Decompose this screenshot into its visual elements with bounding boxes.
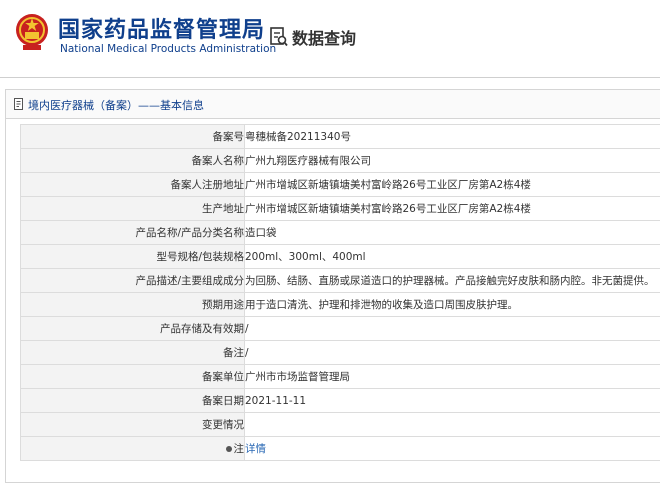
data-query-link[interactable]: 数据查询 [270,25,356,49]
row-value: 广州九翔医疗器械有限公司 [244,148,660,173]
row-value [244,412,660,437]
row-value: / [244,316,660,341]
site-title[interactable]: 国家药品监督管理局 [58,12,265,44]
search-document-icon [270,27,288,47]
row-label: 备案号 [20,124,245,149]
site-subtitle: National Medical Products Administration [60,43,277,55]
pin-icon [225,446,232,452]
row-label: 型号规格/包装规格 [20,244,245,269]
row-value: 为回肠、结肠、直肠或尿道造口的护理器械。产品接触完好皮肤和肠内腔。非无菌提供。 [244,268,660,293]
table-row: 预期用途 用于造口清洗、护理和排泄物的收集及造口周围皮肤护理。 [20,292,660,317]
row-label: 生产地址 [20,196,245,221]
row-value: / [244,340,660,365]
table-row: 产品存储及有效期 / [20,316,660,341]
table-row: 备案号 粤穗械备20211340号 [20,124,660,149]
site-header: 国家药品监督管理局 National Medical Products Admi… [0,0,660,76]
table-row: 产品描述/主要组成成分 为回肠、结肠、直肠或尿道造口的护理器械。产品接触完好皮肤和… [20,268,660,293]
row-value: 2021-11-11 [244,388,660,413]
row-label: 备案人注册地址 [20,172,245,197]
table-row-note: 注 详情 [20,436,660,461]
row-label: 备案单位 [20,364,245,389]
row-label: 变更情况 [20,412,245,437]
row-value: 用于造口清洗、护理和排泄物的收集及造口周围皮肤护理。 [244,292,660,317]
table-row: 备注 / [20,340,660,365]
row-label: 备注 [20,340,245,365]
row-value: 200ml、300ml、400ml [244,244,660,269]
data-query-label: 数据查询 [292,29,357,48]
table-row: 产品名称/产品分类名称 造口袋 [20,220,660,245]
row-label: 注 [20,436,245,461]
table-row: 备案人名称 广州九翔医疗器械有限公司 [20,148,660,173]
national-emblem-icon [16,14,48,50]
row-value: 广州市增城区新塘镇塘美村富岭路26号工业区厂房第A2栋4楼 [244,172,660,197]
detail-panel: 境内医疗器械（备案）——基本信息 备案号 粤穗械备20211340号 备案人名称 广州… [5,89,660,483]
row-label: 产品名称/产品分类名称 [20,220,245,245]
panel-header: 境内医疗器械（备案）——基本信息 [6,90,660,119]
row-value: 粤穗械备20211340号 [244,124,660,149]
row-value: 广州市增城区新塘镇塘美村富岭路26号工业区厂房第A2栋4楼 [244,196,660,221]
row-label: 产品存储及有效期 [20,316,245,341]
table-row: 备案日期 2021-11-11 [20,388,660,413]
table-row: 备案单位 广州市市场监督管理局 [20,364,660,389]
details-link[interactable]: 详情 [246,443,267,455]
row-label: 备案日期 [20,388,245,413]
table-row: 生产地址 广州市增城区新塘镇塘美村富岭路26号工业区厂房第A2栋4楼 [20,196,660,221]
row-label: 备案人名称 [20,148,245,173]
row-value: 详情 [244,436,660,461]
row-label: 预期用途 [20,292,245,317]
document-icon [14,98,23,110]
table-row: 备案人注册地址 广州市增城区新塘镇塘美村富岭路26号工业区厂房第A2栋4楼 [20,172,660,197]
row-value: 广州市市场监督管理局 [244,364,660,389]
info-table: 备案号 粤穗械备20211340号 备案人名称 广州九翔医疗器械有限公司 备案人注册地址… [20,124,660,461]
header-divider [0,77,660,78]
note-label: 注 [233,443,244,455]
row-value: 造口袋 [244,220,660,245]
row-label: 产品描述/主要组成成分 [20,268,245,293]
breadcrumb: 境内医疗器械（备案）——基本信息 [28,99,204,112]
table-row: 变更情况 [20,412,660,437]
table-row: 型号规格/包装规格 200ml、300ml、400ml [20,244,660,269]
